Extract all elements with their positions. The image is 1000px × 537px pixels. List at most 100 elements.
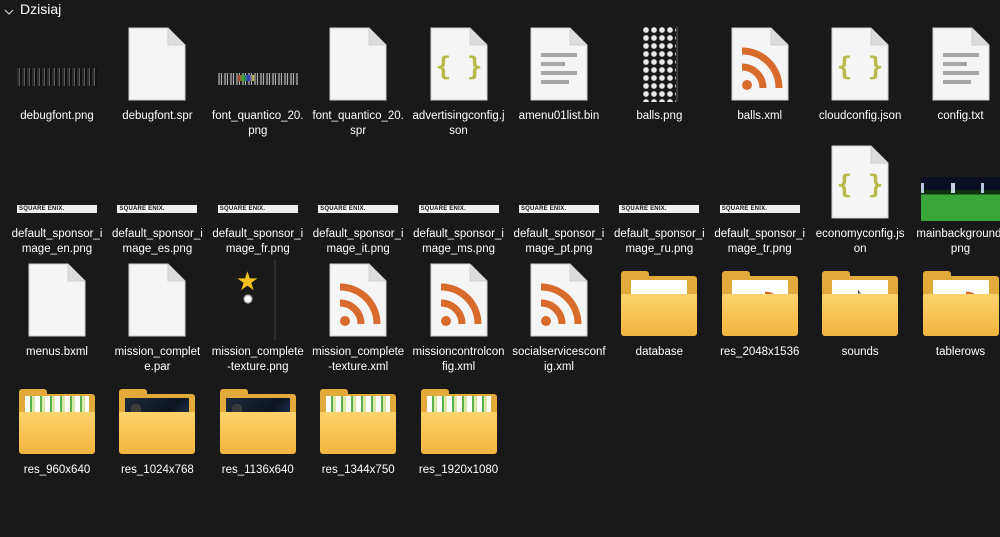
file-item[interactable]: ★ mission_complete-texture.png: [209, 258, 307, 374]
image-thumbnail: [17, 68, 97, 86]
item-label: menus.bxml: [26, 346, 88, 358]
folder-item[interactable]: ♪ sounds: [811, 258, 909, 374]
folder-item[interactable]: res_1344x750: [309, 376, 407, 492]
file-item[interactable]: SQUARE ENIX. default_sponsor_image_ms.pn…: [410, 140, 508, 256]
item-label: default_sponsor_image_es.png: [111, 228, 203, 255]
image-thumbnail: SQUARE ENIX.: [217, 205, 298, 213]
item-thumbnail: ♪: [820, 260, 900, 340]
item-label: cloudconfig.json: [818, 110, 902, 122]
star-icon: ★: [235, 266, 260, 296]
svg-text:{ }: { }: [837, 52, 884, 82]
item-thumbnail: [519, 24, 599, 104]
file-item[interactable]: SQUARE ENIX. default_sponsor_image_ru.pn…: [610, 140, 708, 256]
folder-item[interactable]: res_1024x768: [108, 376, 206, 492]
folder-icon: [420, 389, 497, 454]
item-label: advertisingconfig.json: [412, 110, 505, 137]
group-header-today[interactable]: Dzisiaj: [0, 0, 1000, 18]
item-label: missioncontrolconfig.xml: [412, 346, 505, 373]
item-thumbnail: SQUARE ENIX.: [17, 142, 97, 222]
item-thumbnail: [318, 24, 398, 104]
image-thumbnail: [217, 73, 298, 85]
sponsor-text: SQUARE ENIX.: [119, 206, 165, 212]
item-thumbnail: SQUARE ENIX.: [318, 142, 399, 222]
item-thumbnail: [619, 24, 699, 104]
folder-item[interactable]: database: [610, 258, 708, 374]
sponsor-text: SQUARE ENIX.: [219, 206, 266, 212]
item-label: sounds: [841, 346, 879, 358]
file-item[interactable]: font_quantico_20.png: [209, 22, 307, 138]
file-item[interactable]: SQUARE ENIX. default_sponsor_image_tr.pn…: [711, 140, 809, 256]
folder-item[interactable]: res_1136x640: [209, 376, 307, 492]
xml-file-icon: [329, 263, 387, 337]
file-item[interactable]: mainbackground.png: [912, 140, 1000, 256]
file-icon: [128, 27, 186, 101]
item-thumbnail: { }: [419, 24, 499, 104]
item-thumbnail: [419, 260, 499, 340]
item-label: default_sponsor_image_fr.png: [212, 228, 304, 255]
item-label: tablerows: [935, 346, 986, 358]
folder-icon: [922, 271, 999, 336]
image-thumbnail: SQUARE ENIX.: [117, 205, 198, 213]
file-item[interactable]: SQUARE ENIX. default_sponsor_image_it.pn…: [309, 140, 407, 256]
image-thumbnail: SQUARE ENIX.: [17, 205, 97, 213]
item-thumbnail: [117, 260, 197, 340]
file-item[interactable]: { } advertisingconfig.json: [410, 22, 508, 138]
file-icon: [329, 27, 387, 101]
file-item[interactable]: menus.bxml: [8, 258, 106, 374]
file-item[interactable]: balls.png: [610, 22, 708, 138]
item-thumbnail: [920, 142, 1000, 222]
folder-item[interactable]: tablerows: [912, 258, 1000, 374]
item-label: default_sponsor_image_ms.png: [413, 228, 504, 255]
item-thumbnail: [720, 260, 800, 340]
item-label: default_sponsor_image_en.png: [11, 228, 103, 255]
file-icon: [128, 263, 186, 337]
folder-icon: [219, 389, 296, 454]
file-item[interactable]: mission_complete-texture.xml: [309, 258, 407, 374]
file-item[interactable]: debugfont.spr: [108, 22, 206, 138]
file-item[interactable]: mission_complete.par: [108, 258, 206, 374]
item-label: mission_complete-texture.xml: [312, 346, 405, 373]
chevron-down-icon[interactable]: [4, 4, 14, 15]
item-label: socialservicesconfig.xml: [512, 346, 606, 373]
item-thumbnail: [117, 24, 197, 104]
file-item[interactable]: SQUARE ENIX. default_sponsor_image_fr.pn…: [209, 140, 307, 256]
image-thumbnail: ★: [218, 260, 298, 340]
file-item[interactable]: socialservicesconfig.xml: [510, 258, 608, 374]
xml-file-icon: [430, 263, 488, 337]
file-item[interactable]: SQUARE ENIX. default_sponsor_image_en.pn…: [8, 140, 106, 256]
json-file-icon: { }: [430, 27, 488, 101]
folder-item[interactable]: res_960x640: [8, 376, 106, 492]
sponsor-text: SQUARE ENIX.: [520, 206, 567, 212]
folder-item[interactable]: res_2048x1536: [711, 258, 809, 374]
file-item[interactable]: config.txt: [912, 22, 1000, 138]
item-thumbnail: [921, 260, 1000, 340]
file-item[interactable]: { } cloudconfig.json: [811, 22, 909, 138]
item-label: amenu01list.bin: [518, 110, 600, 122]
file-item[interactable]: debugfont.png: [8, 22, 106, 138]
item-thumbnail: [217, 24, 298, 104]
sponsor-text: SQUARE ENIX.: [420, 206, 466, 212]
folder-icon: [320, 389, 397, 454]
item-thumbnail: ★: [218, 260, 298, 340]
image-thumbnail: SQUARE ENIX.: [619, 205, 700, 213]
image-thumbnail: [920, 177, 1000, 221]
svg-text:{ }: { }: [837, 170, 884, 200]
file-item[interactable]: balls.xml: [711, 22, 809, 138]
file-item[interactable]: { } economyconfig.json: [811, 140, 909, 256]
item-label: default_sponsor_image_tr.png: [714, 228, 806, 255]
item-thumbnail: SQUARE ENIX.: [217, 142, 298, 222]
item-label: mission_complete.par: [114, 346, 201, 373]
file-item[interactable]: SQUARE ENIX. default_sponsor_image_pt.pn…: [510, 140, 608, 256]
item-label: res_1024x768: [120, 464, 194, 476]
file-item[interactable]: font_quantico_20.spr: [309, 22, 407, 138]
file-item[interactable]: SQUARE ENIX. default_sponsor_image_es.pn…: [108, 140, 206, 256]
sponsor-text: SQUARE ENIX.: [721, 206, 768, 212]
item-thumbnail: [318, 378, 398, 458]
file-item[interactable]: amenu01list.bin: [510, 22, 608, 138]
folder-item[interactable]: res_1920x1080: [410, 376, 508, 492]
item-label: res_1136x640: [221, 464, 294, 476]
file-item[interactable]: missioncontrolconfig.xml: [410, 258, 508, 374]
item-thumbnail: SQUARE ENIX.: [418, 142, 499, 222]
item-label: database: [635, 346, 683, 358]
image-thumbnail: SQUARE ENIX.: [518, 205, 599, 213]
